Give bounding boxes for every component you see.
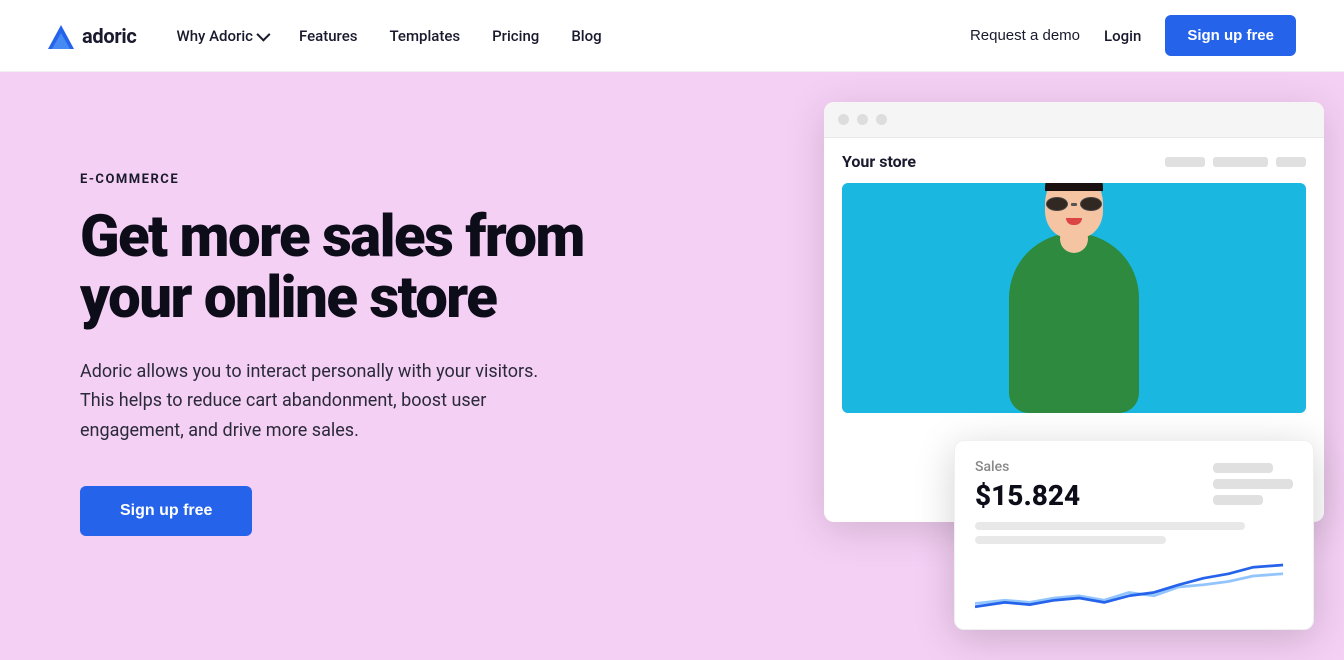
glass-bridge — [1071, 203, 1077, 206]
hero-cta-button[interactable]: Sign up free — [80, 486, 252, 536]
chevron-down-icon — [256, 27, 270, 41]
analytics-bar-c — [1213, 495, 1263, 505]
logo[interactable]: adoric — [48, 23, 137, 49]
header-bar-2 — [1213, 157, 1268, 167]
figure-hair — [1045, 183, 1103, 191]
fashion-figure — [842, 183, 1306, 413]
analytics-label: Sales — [975, 459, 1080, 475]
request-demo-button[interactable]: Request a demo — [970, 27, 1080, 44]
store-body: Your store — [824, 138, 1324, 413]
store-product-image — [842, 183, 1306, 413]
analytics-bar-a — [1213, 463, 1273, 473]
login-link[interactable]: Login — [1104, 27, 1141, 45]
hero-visual: Your store — [724, 72, 1344, 660]
nav-links: Why Adoric Features Templates Pricing Bl… — [177, 27, 970, 45]
glass-left — [1046, 197, 1068, 211]
analytics-bar-b — [1213, 479, 1293, 489]
browser-dot-3 — [876, 114, 887, 125]
figure-body — [1009, 233, 1139, 413]
header-bar-1 — [1165, 157, 1205, 167]
store-header-bars — [1165, 157, 1306, 167]
browser-dot-2 — [857, 114, 868, 125]
analytics-card: Sales $15.824 — [954, 440, 1314, 630]
sales-chart — [975, 554, 1293, 609]
hero-content: E-COMMERCE Get more sales from your onli… — [80, 152, 640, 536]
hero-section: E-COMMERCE Get more sales from your onli… — [0, 72, 1344, 660]
browser-dot-1 — [838, 114, 849, 125]
logo-text: adoric — [82, 24, 137, 48]
data-bar-2 — [975, 536, 1166, 544]
hero-eyebrow: E-COMMERCE — [80, 172, 640, 187]
analytics-value: $15.824 — [975, 479, 1080, 512]
figure-sunglasses — [1046, 197, 1102, 211]
nav-why-adoric[interactable]: Why Adoric — [177, 27, 267, 45]
nav-features[interactable]: Features — [299, 27, 357, 45]
nav-right: Request a demo Login Sign up free — [970, 15, 1296, 56]
browser-chrome — [824, 102, 1324, 138]
store-title: Your store — [842, 152, 916, 171]
navbar: adoric Why Adoric Features Templates Pri… — [0, 0, 1344, 72]
hero-title: Get more sales from your online store — [80, 207, 640, 329]
nav-blog[interactable]: Blog — [571, 27, 601, 45]
glass-right — [1080, 197, 1102, 211]
hero-description: Adoric allows you to interact personally… — [80, 357, 560, 446]
data-bar-1 — [975, 522, 1245, 530]
nav-pricing[interactable]: Pricing — [492, 27, 539, 45]
header-bar-3 — [1276, 157, 1306, 167]
nav-templates[interactable]: Templates — [389, 27, 460, 45]
store-title-row: Your store — [842, 152, 1306, 171]
signup-button[interactable]: Sign up free — [1165, 15, 1296, 56]
analytics-data-bars — [975, 522, 1293, 544]
